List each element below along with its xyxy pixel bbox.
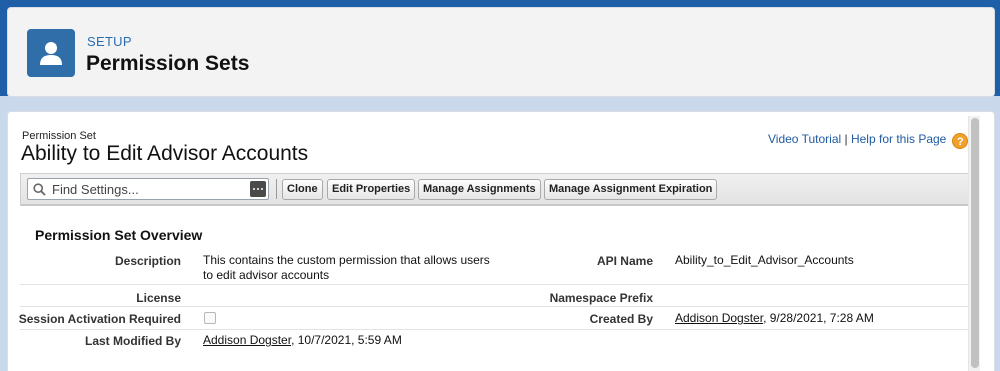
- record-type-label: Permission Set: [22, 130, 96, 142]
- video-tutorial-link[interactable]: Video Tutorial: [768, 132, 841, 146]
- find-settings-input[interactable]: [52, 181, 232, 197]
- help-page-link[interactable]: Help for this Page: [851, 132, 946, 146]
- session-activation-label: Session Activation Required: [18, 312, 181, 326]
- namespace-prefix-label: Namespace Prefix: [549, 291, 653, 305]
- overview-section-title: Permission Set Overview: [35, 227, 203, 243]
- session-activation-checkbox: [204, 312, 216, 324]
- created-by-label: Created By: [589, 312, 653, 326]
- row-divider: [20, 329, 970, 330]
- created-by-date: , 9/28/2021, 7:28 AM: [763, 311, 874, 325]
- clone-button[interactable]: Clone: [282, 179, 323, 200]
- toolbar-divider: [276, 179, 277, 199]
- manage-assignments-button[interactable]: Manage Assignments: [418, 179, 541, 200]
- find-settings-box: [27, 178, 269, 200]
- api-name-label: API Name: [596, 254, 653, 268]
- last-modified-by-label: Last Modified By: [84, 334, 181, 348]
- page-title: Permission Sets: [86, 52, 250, 75]
- setup-header: SETUP Permission Sets: [7, 7, 995, 97]
- record-title: Ability to Edit Advisor Accounts: [21, 142, 309, 165]
- description-value: This contains the custom permission that…: [203, 253, 490, 282]
- last-modified-by-user-link[interactable]: Addison Dogster: [203, 333, 291, 347]
- search-icon: [33, 183, 46, 196]
- search-options-icon[interactable]: [250, 181, 266, 197]
- manage-assignment-expiration-button[interactable]: Manage Assignment Expiration: [544, 179, 718, 200]
- license-label: License: [136, 291, 181, 305]
- last-modified-by-date: , 10/7/2021, 5:59 AM: [291, 333, 402, 347]
- edit-properties-button[interactable]: Edit Properties: [327, 179, 416, 200]
- help-links: Video Tutorial | Help for this Page?: [768, 132, 969, 149]
- setup-label: SETUP: [87, 34, 132, 49]
- description-label: Description: [114, 254, 181, 268]
- help-icon[interactable]: ?: [952, 133, 969, 149]
- scrollbar-thumb[interactable]: [971, 118, 979, 368]
- last-modified-by-value: Addison Dogster, 10/7/2021, 5:59 AM: [203, 333, 483, 348]
- api-name-value: Ability_to_Edit_Advisor_Accounts: [675, 253, 854, 267]
- created-by-user-link[interactable]: Addison Dogster: [675, 311, 763, 325]
- scrollbar[interactable]: [968, 116, 980, 371]
- created-by-value: Addison Dogster, 9/28/2021, 7:28 AM: [675, 311, 955, 326]
- toolbar: Clone Edit Properties Manage Assignments…: [20, 173, 970, 206]
- help-separator: |: [841, 132, 851, 146]
- user-icon: [27, 29, 75, 77]
- row-divider: [20, 306, 970, 307]
- permission-set-detail-panel: Permission Set Ability to Edit Advisor A…: [7, 111, 995, 371]
- row-divider: [20, 284, 970, 285]
